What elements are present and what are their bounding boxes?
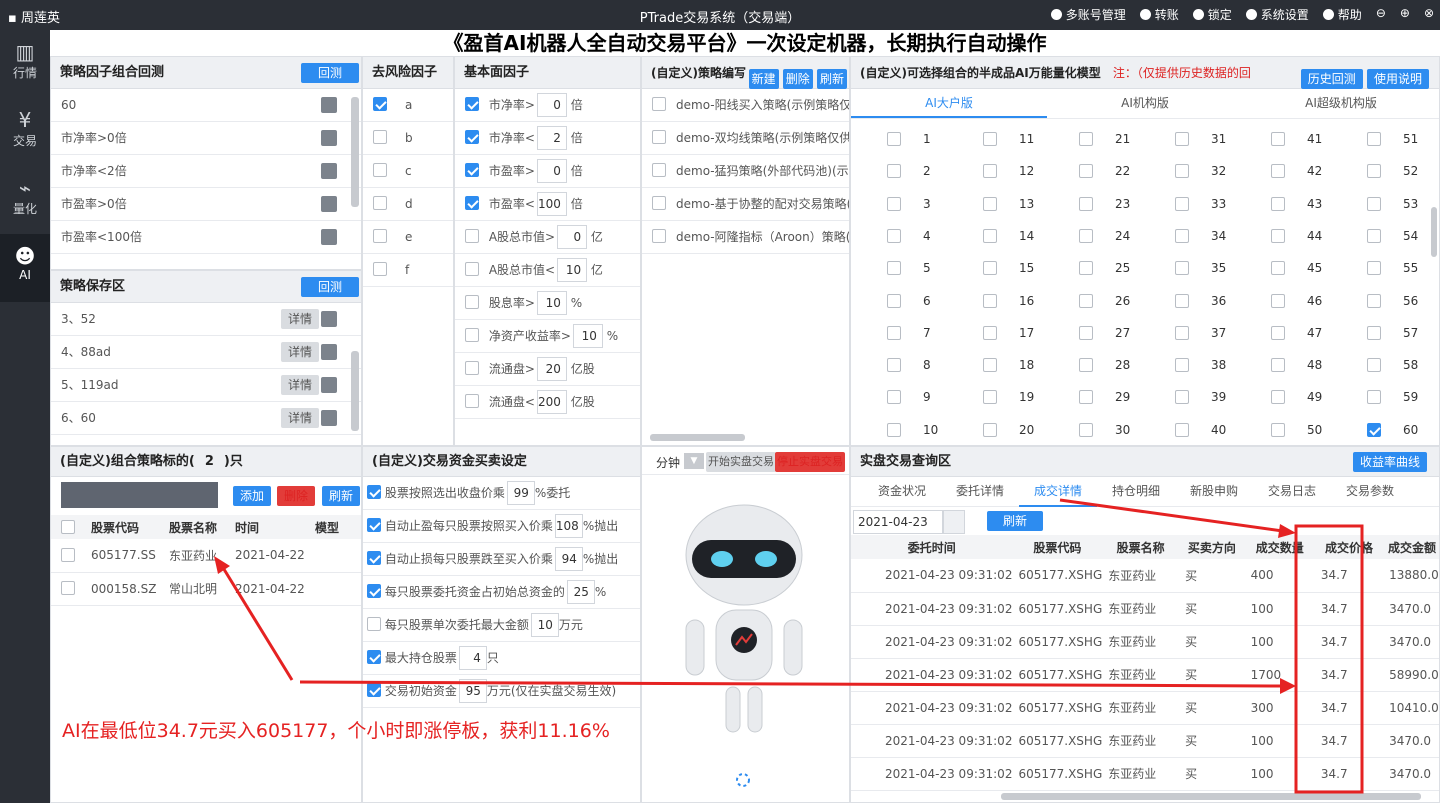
annotation-text: AI在最低位34.7元买入605177，个小时即涨停板，获利11.16% bbox=[62, 720, 610, 742]
annotation-overlay bbox=[214, 498, 1364, 794]
